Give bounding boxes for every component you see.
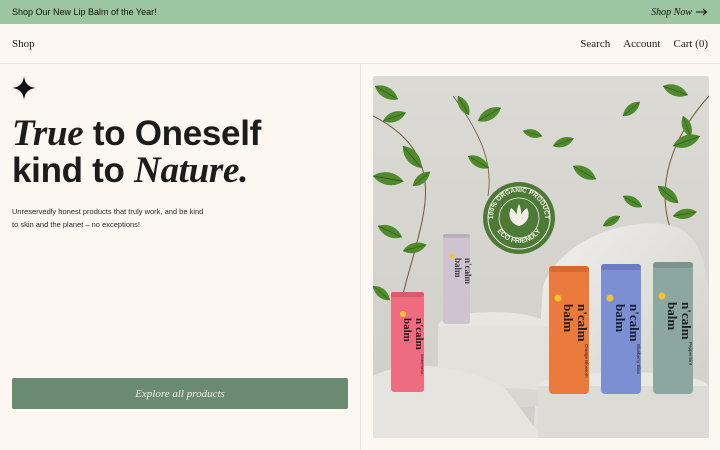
explore-products-button[interactable]: Explore all products [12,378,348,409]
headline-kind-to: kind to [12,151,135,190]
sparkle-icon [12,76,36,100]
svg-text:balm: balm [401,318,413,342]
headline-true: True [12,113,84,154]
svg-text:Watermelon: Watermelon [420,354,425,375]
lip-balm-tube-lilac: balm n'calm [443,234,473,324]
svg-text:n'calm: n'calm [679,302,694,340]
svg-text:n'calm: n'calm [463,258,473,285]
shop-now-label: Shop Now [651,6,692,18]
hero-product-image: 100% ORGANIC PRODUCT ECO FRIENDLY balm n… [373,76,709,438]
headline-period: . [239,150,249,191]
eco-friendly-badge: 100% ORGANIC PRODUCT ECO FRIENDLY [483,182,555,254]
lip-balm-tube-teal: balm n'calm Peppermint [653,262,694,394]
shop-now-link[interactable]: Shop Now [651,7,708,18]
lip-balm-tube-pink: balm n'calm Watermelon [391,292,425,392]
lip-balm-tube-orange: balm n'calm Orange Blossom [549,266,590,394]
svg-text:n'calm: n'calm [627,304,642,342]
svg-text:n'calm: n'calm [575,304,590,342]
hero-image-panel: 100% ORGANIC PRODUCT ECO FRIENDLY balm n… [361,64,720,450]
arrow-right-icon [696,8,708,16]
hero-description-line1: Unreservedly honest products that truly … [12,207,204,216]
svg-text:n'calm: n'calm [413,318,425,350]
top-nav: Shop Search Account Cart (0) [0,24,720,64]
svg-text:Peppermint: Peppermint [688,342,693,366]
svg-text:balm: balm [665,302,680,330]
svg-text:balm: balm [613,304,628,332]
hero-description-line2: to skin and the planet – no exceptions! [12,220,141,229]
nav-cart-link[interactable]: Cart (0) [673,38,708,50]
nav-account-link[interactable]: Account [623,38,660,50]
svg-text:balm: balm [453,258,463,278]
svg-text:Blueberry Bliss: Blueberry Bliss [636,344,641,375]
hero-headline: True to Oneself kind to Nature. [12,115,261,189]
lip-balm-tube-blue: balm n'calm Blueberry Bliss [601,264,642,394]
nav-shop-link[interactable]: Shop [12,38,35,50]
promo-banner: Shop Our New Lip Balm of the Year! Shop … [0,0,720,24]
nav-search-link[interactable]: Search [580,38,610,50]
svg-text:Orange Blossom: Orange Blossom [584,344,589,378]
headline-to-oneself: to Oneself [83,114,261,153]
promo-banner-text: Shop Our New Lip Balm of the Year! [12,7,157,17]
hero-description: Unreservedly honest products that truly … [12,205,212,231]
hero-text-panel: True to Oneself kind to Nature. Unreserv… [0,64,361,450]
nav-right-group: Search Account Cart (0) [580,38,708,50]
headline-nature: Nature [134,150,240,191]
svg-text:balm: balm [561,304,576,332]
